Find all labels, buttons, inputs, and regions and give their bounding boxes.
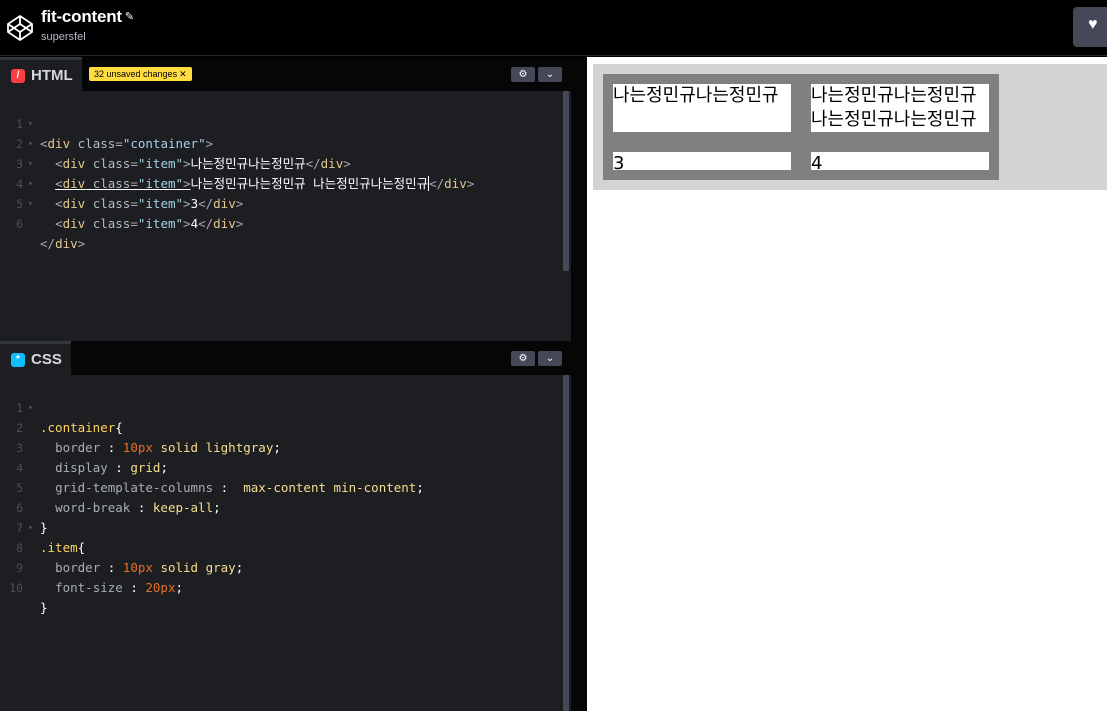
- editor-column: / HTML 32 unsaved changes ✕ ⚙ ⌄ 1 ▾ <div c…: [0, 57, 571, 711]
- editor-resize-handle[interactable]: [571, 57, 587, 711]
- code-line: 5 ▾ <div class="item">4</div>: [16, 197, 244, 231]
- codepen-logo-icon[interactable]: [6, 14, 34, 42]
- code-line: 3 display : grid;: [16, 441, 168, 475]
- close-icon[interactable]: ✕: [179, 69, 187, 79]
- code-line: 9 font-size : 20px;: [16, 561, 184, 595]
- chevron-down-icon: ⌄: [545, 353, 555, 364]
- html-settings-button[interactable]: ⚙: [511, 67, 535, 82]
- css-icon: *: [11, 353, 25, 367]
- grid-item-text: 나는정민규나는정민규: [811, 85, 977, 106]
- pencil-icon[interactable]: ✎: [125, 10, 134, 23]
- unsaved-count: 32 unsaved changes: [94, 69, 178, 79]
- grid-item-1: 나는정민규나는정민규: [603, 74, 801, 142]
- code-line: 8 border : 10px solid gray;: [16, 541, 244, 575]
- preview-grid: 나는정민규나는정민규 나는정민규나는정민규 나는정민규나는정민규 3 4: [603, 74, 999, 180]
- code-line: 5 word-break : keep-all;: [16, 481, 221, 515]
- grid-item-text: 나는정민규나는정민규: [811, 109, 977, 130]
- css-settings-button[interactable]: ⚙: [511, 351, 535, 366]
- code-line: 4 grid-template-columns : max-content mi…: [16, 461, 424, 495]
- header: fit-content ✎ supersfel ♥: [0, 0, 1107, 56]
- css-tab[interactable]: * CSS: [0, 341, 71, 375]
- gear-icon: ⚙: [518, 69, 528, 80]
- css-collapse-button[interactable]: ⌄: [538, 351, 562, 366]
- pen-title[interactable]: fit-content: [41, 7, 122, 26]
- css-scrollbar[interactable]: [563, 375, 569, 711]
- code-line: 3 ▾ <div class="item">나는정민규나는정민규 나는정민규나는정…: [16, 157, 475, 191]
- code-line: 6 }: [16, 501, 48, 535]
- chevron-down-icon: ⌄: [545, 69, 555, 80]
- code-line: 1 ▾ <div class="container">: [16, 117, 214, 151]
- html-tab-label: HTML: [31, 67, 73, 84]
- code-line: 10 }: [9, 581, 48, 615]
- code-line: 2 ▾ <div class="item">나는정민규나는정민규</div>: [16, 137, 351, 171]
- pen-author[interactable]: supersfel: [41, 31, 134, 43]
- code-line: 2 border : 10px solid lightgray;: [16, 421, 281, 455]
- html-code-editor[interactable]: 1 ▾ <div class="container"> 2 ▾ <div class…: [0, 94, 571, 251]
- code-line: 6 </div>: [16, 217, 86, 251]
- html-tab[interactable]: / HTML: [0, 57, 82, 91]
- html-icon: /: [11, 69, 25, 83]
- html-pane-header: / HTML 32 unsaved changes ✕ ⚙ ⌄: [0, 57, 571, 91]
- grid-item-text: 4: [811, 153, 823, 174]
- love-button[interactable]: ♥: [1073, 7, 1107, 47]
- html-collapse-button[interactable]: ⌄: [538, 67, 562, 82]
- html-scrollbar[interactable]: [563, 91, 569, 271]
- code-line: 1 ▾ .container{: [16, 401, 123, 435]
- css-pane-header: * CSS ⚙ ⌄: [0, 341, 571, 375]
- grid-item-2: 나는정민규나는정민규 나는정민규나는정민규: [801, 74, 999, 142]
- grid-item-text: 나는정민규나는정민규: [613, 85, 779, 106]
- preview-grid-container: 나는정민규나는정민규 나는정민규나는정민규 나는정민규나는정민규 3 4: [593, 64, 1107, 190]
- code-line: 4 ▾ <div class="item">3</div>: [16, 177, 244, 211]
- grid-item-text: 3: [613, 153, 625, 174]
- unsaved-changes-badge[interactable]: 32 unsaved changes ✕: [89, 67, 192, 81]
- heart-icon: ♥: [1088, 16, 1098, 33]
- grid-item-3: 3: [603, 142, 801, 180]
- pen-title-block: fit-content ✎ supersfel: [41, 7, 134, 43]
- css-tab-label: CSS: [31, 351, 62, 368]
- css-code-editor[interactable]: 1 ▾ .container{ 2 border : 10px solid lig…: [0, 378, 571, 615]
- code-line: 7 ▾ .item{: [16, 521, 86, 555]
- grid-item-4: 4: [801, 142, 999, 180]
- result-preview: 나는정민규나는정민규 나는정민규나는정민규 나는정민규나는정민규 3 4: [587, 57, 1107, 711]
- gear-icon: ⚙: [518, 353, 528, 364]
